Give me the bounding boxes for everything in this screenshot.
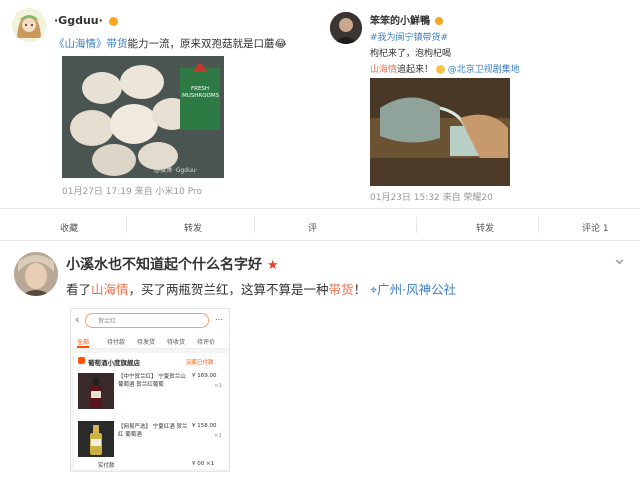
post-image[interactable] — [370, 78, 510, 186]
tab-to-review[interactable]: 待评价 — [197, 337, 215, 346]
footer-label: 实付款 — [98, 463, 115, 469]
mushroom-image — [62, 56, 224, 178]
package-label: FRESH MUSHROOMS — [182, 86, 220, 100]
more-icon[interactable]: ⋯ — [215, 315, 223, 324]
anime-avatar-icon — [12, 8, 46, 42]
tab-all[interactable]: 全部 — [77, 337, 89, 346]
vip-badge-icon — [108, 16, 118, 26]
topic-link[interactable]: 山海情 — [370, 65, 397, 75]
shop-name[interactable]: 葡萄酒小度旗舰店 — [88, 357, 140, 367]
post-text: 《山海情》带货能力一流，原来双孢菇就是口蘑😂 — [54, 36, 287, 51]
location-link[interactable]: ⌖广州·风神公社 — [370, 282, 456, 297]
username[interactable]: 笨笨的小鮮鴨 — [370, 12, 444, 27]
post-meta: 01月27日 17:19 来自 小米10 Pro — [62, 187, 203, 197]
red-wine-bottle-icon — [90, 377, 102, 407]
person-avatar-icon — [330, 12, 362, 44]
footer-total: ¥ 00 ×1 — [192, 461, 215, 467]
tag-link[interactable]: 带货 — [329, 282, 354, 297]
repost-button[interactable]: 转发 — [184, 221, 202, 234]
username[interactable]: ·Ggduu· — [54, 14, 118, 27]
topic-link[interactable]: 山海情 — [65, 38, 97, 50]
item-qty: ×1 — [214, 433, 223, 439]
text-mid: 》 — [96, 38, 107, 50]
text-prefix: 《 — [54, 38, 65, 50]
tab-to-receive[interactable]: 待收货 — [167, 337, 185, 346]
item-price: ¥ 158.00 — [192, 423, 217, 429]
post-image[interactable]: FRESH MUSHROOMS @微博 ·Ggduu· — [62, 56, 224, 178]
phone-search-input[interactable]: 贺兰红 — [85, 313, 209, 328]
divider — [254, 217, 255, 233]
divider — [126, 217, 127, 233]
favorite-button[interactable]: 收藏 — [60, 221, 78, 234]
avatar[interactable] — [14, 252, 58, 296]
tag-link[interactable]: 带货 — [107, 38, 128, 50]
wine-thumb-white — [78, 421, 114, 457]
username-text[interactable]: ·Ggduu· — [54, 14, 103, 27]
text-b: ，买了两瓶贺兰红，这算不算是一种 — [128, 282, 329, 297]
item-price: ¥ 169.00 — [192, 373, 217, 379]
mention-link[interactable]: @北京卫视剧集地 — [448, 65, 520, 75]
text-rest: 追起来！ — [397, 65, 434, 75]
package-label-top: FRESH — [190, 86, 210, 92]
comment-button-right[interactable]: 评论 1 — [582, 221, 609, 234]
topic-link[interactable]: 山海情 — [91, 282, 129, 297]
username-text[interactable]: 笨笨的小鮮鴨 — [370, 16, 430, 27]
chevron-down-icon[interactable]: ⌄ — [612, 248, 627, 269]
comment-button[interactable]: 评 — [308, 221, 317, 234]
search-text: 贺兰红 — [98, 318, 117, 325]
username-text[interactable]: 小溪水也不知道起个什么名字好 — [66, 257, 262, 273]
tab-unpaid[interactable]: 待付款 — [107, 337, 125, 346]
laugh-emoji: 😂 — [274, 38, 287, 50]
star-badge-icon: ★ — [266, 258, 279, 273]
avatar[interactable] — [12, 8, 46, 42]
repost-button-right[interactable]: 转发 — [476, 221, 494, 234]
item-qty: ×1 — [214, 383, 223, 389]
tea-pouring-image — [370, 78, 510, 186]
text-a: 看了 — [66, 282, 92, 297]
order-card: 葡萄酒小度旗舰店 买家已付款 【中宁贺兰红】 宁夏贺兰山葡萄酒 贺兰红葡萄 ¥ … — [74, 353, 228, 469]
phone-header: ‹ 贺兰红 ⋯ — [71, 309, 229, 333]
hashtag-link[interactable]: #我为闽宁镇带货# — [370, 30, 448, 43]
back-arrow-icon[interactable]: ‹ — [75, 313, 79, 326]
order-status: 买家已付款 — [186, 360, 214, 366]
emoji-icon — [435, 65, 445, 74]
person-avatar-icon — [14, 252, 58, 296]
divider — [0, 208, 640, 209]
image-watermark: @微博 ·Ggduu· — [154, 167, 198, 174]
location-text[interactable]: 广州·风神公社 — [377, 282, 456, 297]
divider — [416, 217, 417, 233]
shop-icon — [78, 357, 85, 364]
username[interactable]: 小溪水也不知道起个什么名字好 ★ — [66, 254, 279, 274]
phone-tabs: 全部 待付款 待发货 待收货 待评价 — [71, 333, 229, 349]
post-meta: 01月23日 15:32 来自 荣耀20 — [370, 193, 493, 203]
text-rest: 能力一流，原来双孢菇就是口蘑 — [127, 38, 275, 50]
text-c: ！ — [353, 282, 367, 297]
white-wine-bottle-icon — [90, 425, 102, 455]
avatar[interactable] — [330, 12, 362, 44]
vip-badge-icon — [435, 17, 444, 25]
post-text-line3: 山海情追起来！ @北京卫视剧集地 — [370, 62, 520, 75]
wine-thumb-red — [78, 373, 114, 409]
post-text: 看了山海情，买了两瓶贺兰红，这算不算是一种带货！ ⌖广州·风神公社 — [66, 279, 456, 298]
divider — [0, 240, 640, 241]
order-screenshot[interactable]: ‹ 贺兰红 ⋯ 全部 待付款 待发货 待收货 待评价 葡萄酒小度旗舰店 买家已付… — [70, 308, 230, 472]
tab-underline — [77, 346, 89, 348]
tab-to-ship[interactable]: 待发货 — [137, 337, 155, 346]
item-title[interactable]: 【网易严选】 宁夏红酒 贺兰红 葡萄酒 — [118, 423, 190, 439]
package-label-bottom: MUSHROOMS — [182, 93, 220, 99]
post-text: 枸杞来了，泡枸杞喝 — [370, 49, 452, 59]
item-title[interactable]: 【中宁贺兰红】 宁夏贺兰山葡萄酒 贺兰红葡萄 — [118, 373, 190, 389]
divider — [538, 217, 539, 233]
